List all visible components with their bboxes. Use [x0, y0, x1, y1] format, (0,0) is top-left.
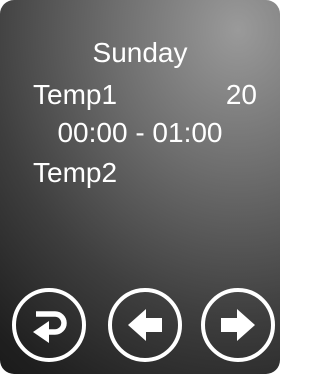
- thermostat-schedule-screen: Sunday Temp1 20 00:00 - 01:00 Temp2: [0, 0, 280, 374]
- temp1-value: 20: [225, 79, 257, 110]
- return-arrow-icon: [33, 311, 67, 343]
- temp1-time-range: 00:00 - 01:00: [57, 117, 223, 148]
- arrow-left-icon: [128, 309, 162, 341]
- next-button[interactable]: [201, 288, 275, 362]
- arrow-right-icon: [221, 309, 255, 341]
- temp2-label: Temp2: [33, 157, 118, 188]
- day-title: Sunday: [92, 37, 188, 68]
- back-button[interactable]: [12, 288, 86, 362]
- previous-button[interactable]: [108, 288, 182, 362]
- temp1-label: Temp1: [33, 79, 118, 110]
